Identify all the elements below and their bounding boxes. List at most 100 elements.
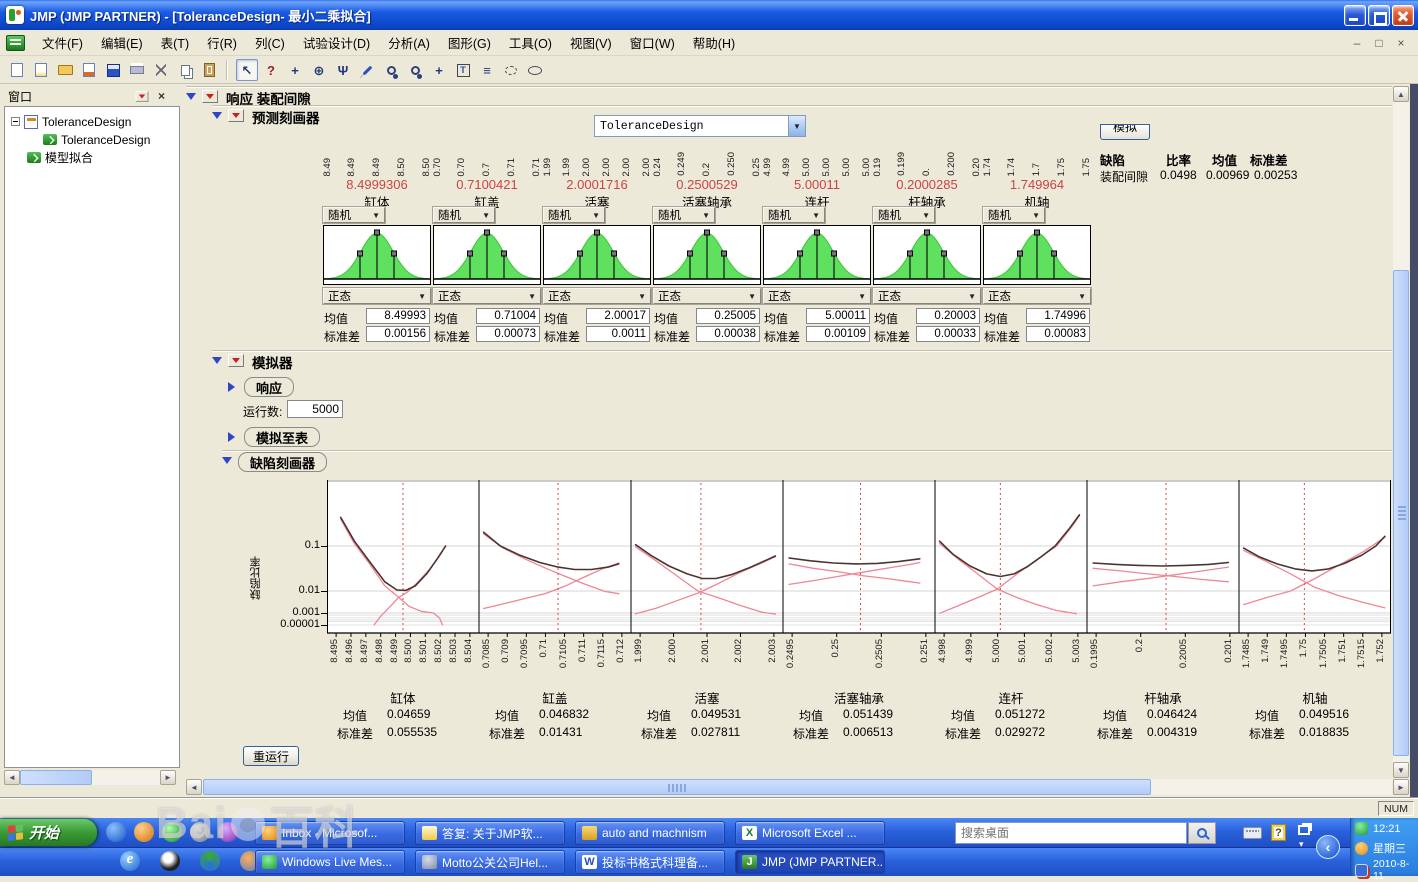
- start-button[interactable]: 开始: [0, 819, 97, 846]
- msn-icon[interactable]: [200, 851, 220, 871]
- task-button-auto and machnism[interactable]: auto and machnism: [575, 821, 725, 845]
- tree-item-ToleranceDesign[interactable]: ToleranceDesign: [43, 131, 150, 148]
- sd-input-机轴[interactable]: 0.00083: [1026, 326, 1090, 342]
- save-icon[interactable]: [102, 59, 124, 81]
- tree-expander-icon[interactable]: [11, 117, 20, 126]
- sidebar-scroll-left-button[interactable]: ◄: [4, 770, 20, 785]
- main-vscroll-down-button[interactable]: ▼: [1393, 762, 1409, 778]
- outline-defect-profiler-title[interactable]: 缺陷刻画器: [238, 452, 327, 472]
- mean-input-连杆[interactable]: 5.00011: [806, 308, 870, 324]
- menu-item-6[interactable]: 试验设计(D): [294, 31, 379, 54]
- lines-tool-icon[interactable]: ≡: [476, 59, 498, 81]
- tree-item-模型拟合[interactable]: 模型拟合: [27, 149, 93, 166]
- runs-input[interactable]: 5000: [287, 400, 343, 418]
- qq-icon[interactable]: [160, 851, 180, 871]
- new-document-icon[interactable]: [6, 59, 28, 81]
- menu-item-12[interactable]: 帮助(H): [684, 31, 744, 54]
- distribution-plot-活塞轴承[interactable]: [653, 225, 761, 285]
- tray-clock-day[interactable]: 星期三: [1373, 840, 1406, 856]
- quick-launch-icon-5[interactable]: [218, 822, 238, 842]
- outline-responses-title[interactable]: 响应: [244, 377, 294, 397]
- tree-item-ToleranceDesign[interactable]: ToleranceDesign: [11, 113, 131, 130]
- close-button[interactable]: [1392, 5, 1414, 26]
- mdi-restore-button[interactable]: □: [1370, 35, 1388, 51]
- restore-button[interactable]: [1368, 5, 1390, 26]
- task-button-Microsoft Excel ...[interactable]: XMicrosoft Excel ...: [735, 821, 885, 845]
- outline-response-disclosure-icon[interactable]: [186, 93, 196, 100]
- distribution-select-活塞轴承[interactable]: 正态▼: [653, 288, 761, 304]
- task-button-Windows Live Mes...[interactable]: Windows Live Mes...: [255, 850, 405, 874]
- distribution-plot-缸体[interactable]: [323, 225, 431, 285]
- zoom-in-tool-icon[interactable]: [404, 59, 426, 81]
- outline-simulate-to-table-disclosure-icon[interactable]: [228, 432, 235, 442]
- outline-response-menu-icon[interactable]: [202, 90, 218, 103]
- task-button-投标书格式科理备...[interactable]: W投标书格式科理备...: [575, 850, 725, 874]
- menu-item-8[interactable]: 图形(G): [439, 31, 500, 54]
- tray-clock-date[interactable]: 2010-8-11: [1373, 858, 1418, 882]
- main-hscroll-thumb[interactable]: [203, 779, 1151, 795]
- restore-windows-icon[interactable]: [1298, 825, 1310, 835]
- outline-simulator-menu-icon[interactable]: [228, 354, 244, 367]
- distribution-select-杆轴承[interactable]: 正态▼: [873, 288, 981, 304]
- task-button-答复: 关于JMP软...[interactable]: 答复: 关于JMP软...: [415, 821, 565, 845]
- brush-tool-icon[interactable]: [356, 59, 378, 81]
- oval-tool-icon[interactable]: [524, 59, 546, 81]
- quick-launch-icon-3[interactable]: [162, 822, 182, 842]
- task-button-Motto公关公司Hel...[interactable]: Motto公关公司Hel...: [415, 850, 565, 874]
- mean-input-缸体[interactable]: 8.49993: [366, 308, 430, 324]
- menu-item-5[interactable]: 列(C): [246, 31, 294, 54]
- sd-input-杆轴承[interactable]: 0.00033: [916, 326, 980, 342]
- mean-input-杆轴承[interactable]: 0.20003: [916, 308, 980, 324]
- distribution-select-活塞[interactable]: 正态▼: [543, 288, 651, 304]
- help-tool-icon[interactable]: ?: [260, 59, 282, 81]
- user-status-icon[interactable]: [1355, 822, 1368, 835]
- outline-simulator-disclosure-icon[interactable]: [212, 357, 222, 364]
- globe-tool-icon[interactable]: ⊕: [308, 59, 330, 81]
- chevron-down-icon[interactable]: ▾: [1299, 839, 1304, 850]
- quick-launch-icon-2[interactable]: [134, 822, 154, 842]
- distribution-select-缸体[interactable]: 正态▼: [323, 288, 431, 304]
- main-vscroll-up-button[interactable]: ▲: [1393, 86, 1409, 102]
- sampling-select-机轴[interactable]: 随机▼: [983, 207, 1045, 223]
- run-script-icon[interactable]: [78, 59, 100, 81]
- sd-input-缸体[interactable]: 0.00156: [366, 326, 430, 342]
- mdi-minimize-button[interactable]: –: [1348, 35, 1366, 51]
- zoom-out-tool-icon[interactable]: [380, 59, 402, 81]
- pointer-tool-icon[interactable]: ↖: [236, 59, 258, 81]
- menu-item-10[interactable]: 视图(V): [561, 31, 621, 54]
- sidebar-scroll-thumb[interactable]: [20, 770, 92, 785]
- sidebar-scroll-right-button[interactable]: ►: [160, 770, 176, 785]
- ie-icon[interactable]: e: [120, 851, 140, 871]
- sd-input-缸盖[interactable]: 0.00073: [476, 326, 540, 342]
- panel-close-icon[interactable]: ×: [158, 89, 165, 103]
- help-tray-icon[interactable]: ?: [1271, 824, 1286, 841]
- quick-launch-icon-1[interactable]: [106, 822, 126, 842]
- sampling-select-活塞[interactable]: 随机▼: [543, 207, 605, 223]
- distribution-plot-连杆[interactable]: [763, 225, 871, 285]
- main-hscroll-right-button[interactable]: ►: [1393, 779, 1409, 795]
- menu-item-2[interactable]: 编辑(E): [92, 31, 152, 54]
- menu-item-4[interactable]: 行(R): [198, 31, 246, 54]
- text-tool-icon[interactable]: T: [452, 59, 474, 81]
- minimize-button[interactable]: [1344, 5, 1366, 26]
- sampling-select-活塞轴承[interactable]: 随机▼: [653, 207, 715, 223]
- distribution-plot-机轴[interactable]: [983, 225, 1091, 285]
- plus-tool-icon[interactable]: +: [428, 59, 450, 81]
- main-hscroll-left-button[interactable]: ◄: [186, 779, 202, 795]
- menu-item-9[interactable]: 工具(O): [500, 31, 561, 54]
- mean-input-活塞[interactable]: 2.00017: [586, 308, 650, 324]
- distribution-plot-缸盖[interactable]: [433, 225, 541, 285]
- defect-profiler-chart[interactable]: [327, 480, 1391, 640]
- simulate-button[interactable]: 模拟: [1100, 124, 1150, 140]
- mean-input-缸盖[interactable]: 0.71004: [476, 308, 540, 324]
- distribution-plot-杆轴承[interactable]: [873, 225, 981, 285]
- tray-clock-time[interactable]: 12:21: [1373, 823, 1401, 835]
- sampling-select-缸盖[interactable]: 随机▼: [433, 207, 495, 223]
- mdi-close-button[interactable]: ×: [1392, 35, 1410, 51]
- desktop-search-input[interactable]: [955, 822, 1187, 844]
- quick-launch-icon-4[interactable]: [190, 822, 210, 842]
- tray-collapse-icon[interactable]: ‹: [1316, 835, 1340, 859]
- task-button-JMP (JMP PARTNER...[interactable]: JJMP (JMP PARTNER...: [735, 850, 885, 874]
- network-tray-icon[interactable]: [1355, 864, 1368, 877]
- sampling-select-连杆[interactable]: 随机▼: [763, 207, 825, 223]
